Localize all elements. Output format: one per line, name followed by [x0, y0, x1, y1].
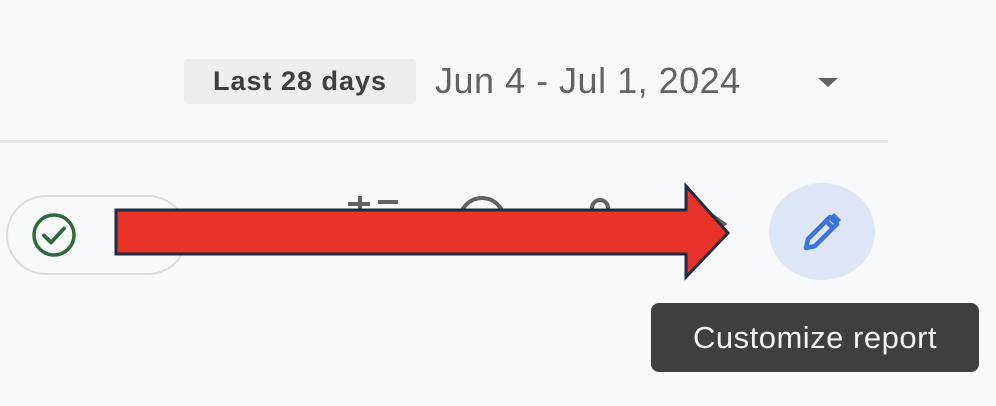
customize-report-button[interactable] — [769, 183, 875, 280]
customize-report-tooltip: Customize report — [651, 303, 979, 372]
date-preset-chip[interactable]: Last 28 days — [184, 59, 416, 104]
check-circle-icon — [32, 213, 76, 257]
date-range-text[interactable]: Jun 4 - Jul 1, 2024 — [435, 57, 741, 105]
caret-down-icon[interactable] — [818, 78, 838, 87]
tooltip-text: Customize report — [692, 319, 938, 355]
divider — [0, 140, 888, 143]
date-preset-label: Last 28 days — [212, 66, 388, 96]
pencil-icon — [803, 212, 841, 250]
toolbar-icons-obscured — [348, 196, 728, 244]
